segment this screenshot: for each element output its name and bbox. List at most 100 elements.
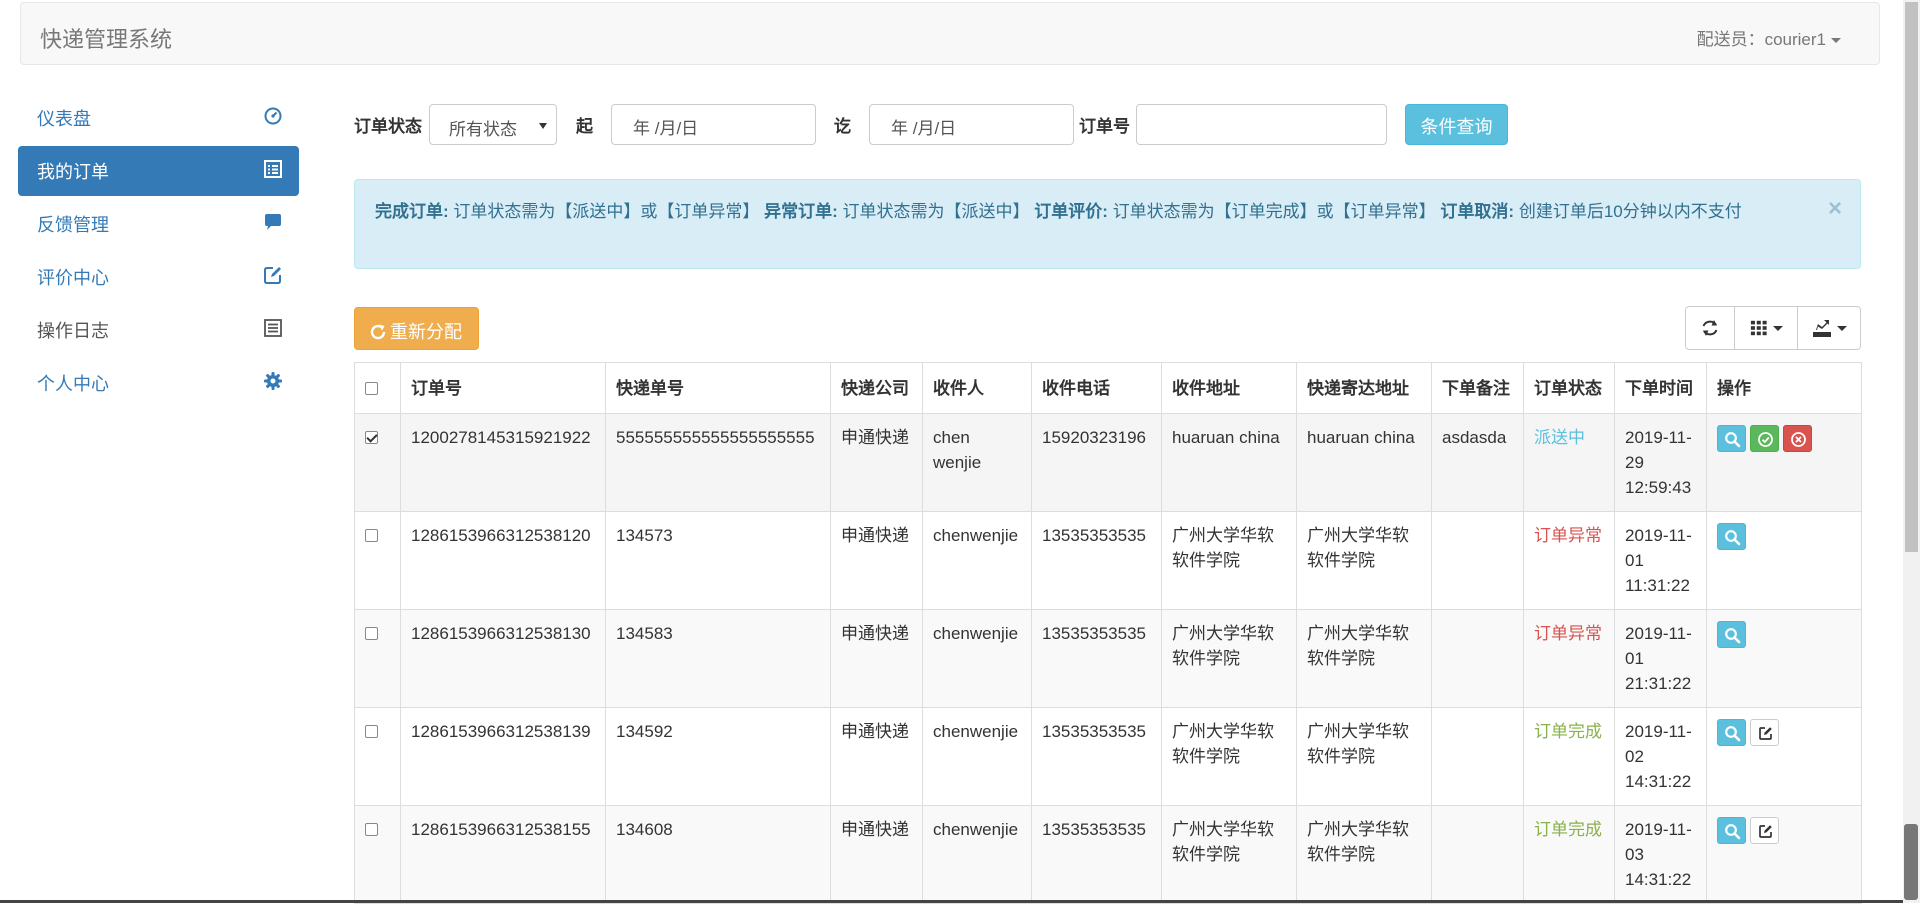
close-icon[interactable]: × xyxy=(1828,196,1842,221)
row-select-cell[interactable] xyxy=(354,511,401,610)
view-button[interactable] xyxy=(1717,621,1746,648)
column-header[interactable]: 订单状态 xyxy=(1523,362,1615,414)
remark-cell xyxy=(1431,609,1524,708)
column-header[interactable]: 收件人 xyxy=(922,362,1032,414)
remark-cell xyxy=(1431,511,1524,610)
edit-icon xyxy=(1759,727,1772,740)
alert-title-complete: 完成订单: xyxy=(375,202,449,221)
edit-icon xyxy=(263,265,283,285)
status-select[interactable]: 所有状态 xyxy=(429,104,557,145)
view-button[interactable] xyxy=(1717,425,1746,452)
order-no-cell: 1286153966312538120 xyxy=(400,511,606,610)
column-header[interactable]: 快递寄达地址 xyxy=(1296,362,1432,414)
vertical-scrollbar[interactable] xyxy=(1903,0,1920,903)
dest-cell: 广州大学华软软件学院 xyxy=(1296,805,1432,904)
end-date-label: 讫 xyxy=(834,117,851,136)
tray-widget xyxy=(1904,824,1918,900)
alert-desc-evaluate: 订单状态需为【订单完成】或【订单异常】 xyxy=(1112,202,1436,221)
sidebar-item-label: 仪表盘 xyxy=(37,109,91,129)
view-button[interactable] xyxy=(1717,817,1746,844)
start-date-placeholder: 年 /月/日 xyxy=(633,119,699,138)
table-row[interactable]: 1286153966312538120 134573 申通快递 chenwenj… xyxy=(354,511,1862,610)
column-header[interactable]: 下单备注 xyxy=(1431,362,1524,414)
row-select-cell[interactable] xyxy=(354,413,401,512)
table-row[interactable]: 1286153966312538139 134592 申通快递 chenwenj… xyxy=(354,707,1862,806)
sidebar-item-dashboard[interactable]: 仪表盘 xyxy=(18,93,299,143)
table-row[interactable]: 1200278145315921922 55555555555555555555… xyxy=(354,413,1862,512)
phone-cell: 13535353535 xyxy=(1031,511,1162,610)
recipient-cell: chenwenjie xyxy=(922,805,1032,904)
view-button[interactable] xyxy=(1717,523,1746,550)
select-all-cell[interactable] xyxy=(354,362,401,414)
company-cell: 申通快递 xyxy=(830,805,923,904)
tracking-no-cell: 555555555555555555555 xyxy=(605,413,831,512)
sidebar-item-profile[interactable]: 个人中心 xyxy=(18,358,299,408)
evaluate-button[interactable] xyxy=(1750,817,1779,844)
columns-toggle-button[interactable] xyxy=(1734,306,1798,350)
sidebar-item-feedback[interactable]: 反馈管理 xyxy=(18,199,299,249)
company-cell: 申通快递 xyxy=(830,511,923,610)
user-menu[interactable]: 配送员：courier1 xyxy=(1697,25,1841,50)
end-date-placeholder: 年 /月/日 xyxy=(891,119,957,138)
status-filter-label: 订单状态 xyxy=(354,117,422,136)
brand-title[interactable]: 快递管理系统 xyxy=(40,22,172,54)
sidebar-item-operation-log[interactable]: 操作日志 xyxy=(18,305,299,355)
address-cell: 广州大学华软软件学院 xyxy=(1161,511,1297,610)
column-header[interactable]: 操作 xyxy=(1706,362,1862,414)
search-icon xyxy=(1725,432,1741,448)
info-alert: 完成订单: 订单状态需为【派送中】或【订单异常】 异常订单: 订单状态需为【派送… xyxy=(354,179,1861,269)
row-select-cell[interactable] xyxy=(354,805,401,904)
select-all-checkbox[interactable] xyxy=(365,382,378,395)
row-checkbox[interactable] xyxy=(365,431,378,444)
tracking-no-cell: 134608 xyxy=(605,805,831,904)
row-checkbox[interactable] xyxy=(365,627,378,640)
column-header[interactable]: 下单时间 xyxy=(1614,362,1707,414)
status-cell: 订单完成 xyxy=(1523,707,1615,806)
row-checkbox[interactable] xyxy=(365,529,378,542)
refresh-button[interactable] xyxy=(1685,306,1735,350)
row-select-cell[interactable] xyxy=(354,609,401,708)
tracking-no-cell: 134592 xyxy=(605,707,831,806)
search-icon xyxy=(1725,628,1741,644)
list-alt-icon xyxy=(263,159,283,179)
dest-cell: 广州大学华软软件学院 xyxy=(1296,511,1432,610)
row-select-cell[interactable] xyxy=(354,707,401,806)
remove-circle-icon xyxy=(1791,432,1806,447)
end-date-input[interactable]: 年 /月/日 xyxy=(869,104,1074,145)
table-row[interactable]: 1286153966312538155 134608 申通快递 chenwenj… xyxy=(354,805,1862,904)
table-row[interactable]: 1286153966312538130 134583 申通快递 chenwenj… xyxy=(354,609,1862,708)
scrollbar-thumb[interactable] xyxy=(1905,2,1918,552)
sidebar-item-evaluation[interactable]: 评价中心 xyxy=(18,252,299,302)
status-cell: 派送中 xyxy=(1523,413,1615,512)
phone-cell: 15920323196 xyxy=(1031,413,1162,512)
time-cell: 2019-11-01 21:31:22 xyxy=(1614,609,1707,708)
start-date-input[interactable]: 年 /月/日 xyxy=(611,104,816,145)
company-cell: 申通快递 xyxy=(830,413,923,512)
time-cell: 2019-11-29 12:59:43 xyxy=(1614,413,1707,512)
company-cell: 申通快递 xyxy=(830,609,923,708)
search-button[interactable]: 条件查询 xyxy=(1405,104,1508,145)
refresh-icon xyxy=(370,324,386,340)
column-header[interactable]: 快递公司 xyxy=(830,362,923,414)
reassign-button[interactable]: 重新分配 xyxy=(354,307,479,350)
column-header[interactable]: 快递单号 xyxy=(605,362,831,414)
sidebar-item-my-orders[interactable]: 我的订单 xyxy=(18,146,299,196)
search-icon xyxy=(1725,530,1741,546)
reassign-label: 重新分配 xyxy=(390,322,462,342)
phone-cell: 13535353535 xyxy=(1031,707,1162,806)
column-header[interactable]: 收件电话 xyxy=(1031,362,1162,414)
row-checkbox[interactable] xyxy=(365,725,378,738)
view-button[interactable] xyxy=(1717,719,1746,746)
column-header[interactable]: 收件地址 xyxy=(1161,362,1297,414)
time-cell: 2019-11-03 14:31:22 xyxy=(1614,805,1707,904)
row-checkbox[interactable] xyxy=(365,823,378,836)
exception-order-button[interactable] xyxy=(1783,425,1812,452)
complete-order-button[interactable] xyxy=(1750,425,1779,452)
search-icon xyxy=(1725,726,1741,742)
order-no-input[interactable] xyxy=(1136,104,1387,145)
column-header[interactable]: 订单号 xyxy=(400,362,606,414)
alert-title-cancel: 订单取消: xyxy=(1440,202,1515,221)
export-button[interactable] xyxy=(1797,306,1861,350)
evaluate-button[interactable] xyxy=(1750,719,1779,746)
status-cell: 订单完成 xyxy=(1523,805,1615,904)
